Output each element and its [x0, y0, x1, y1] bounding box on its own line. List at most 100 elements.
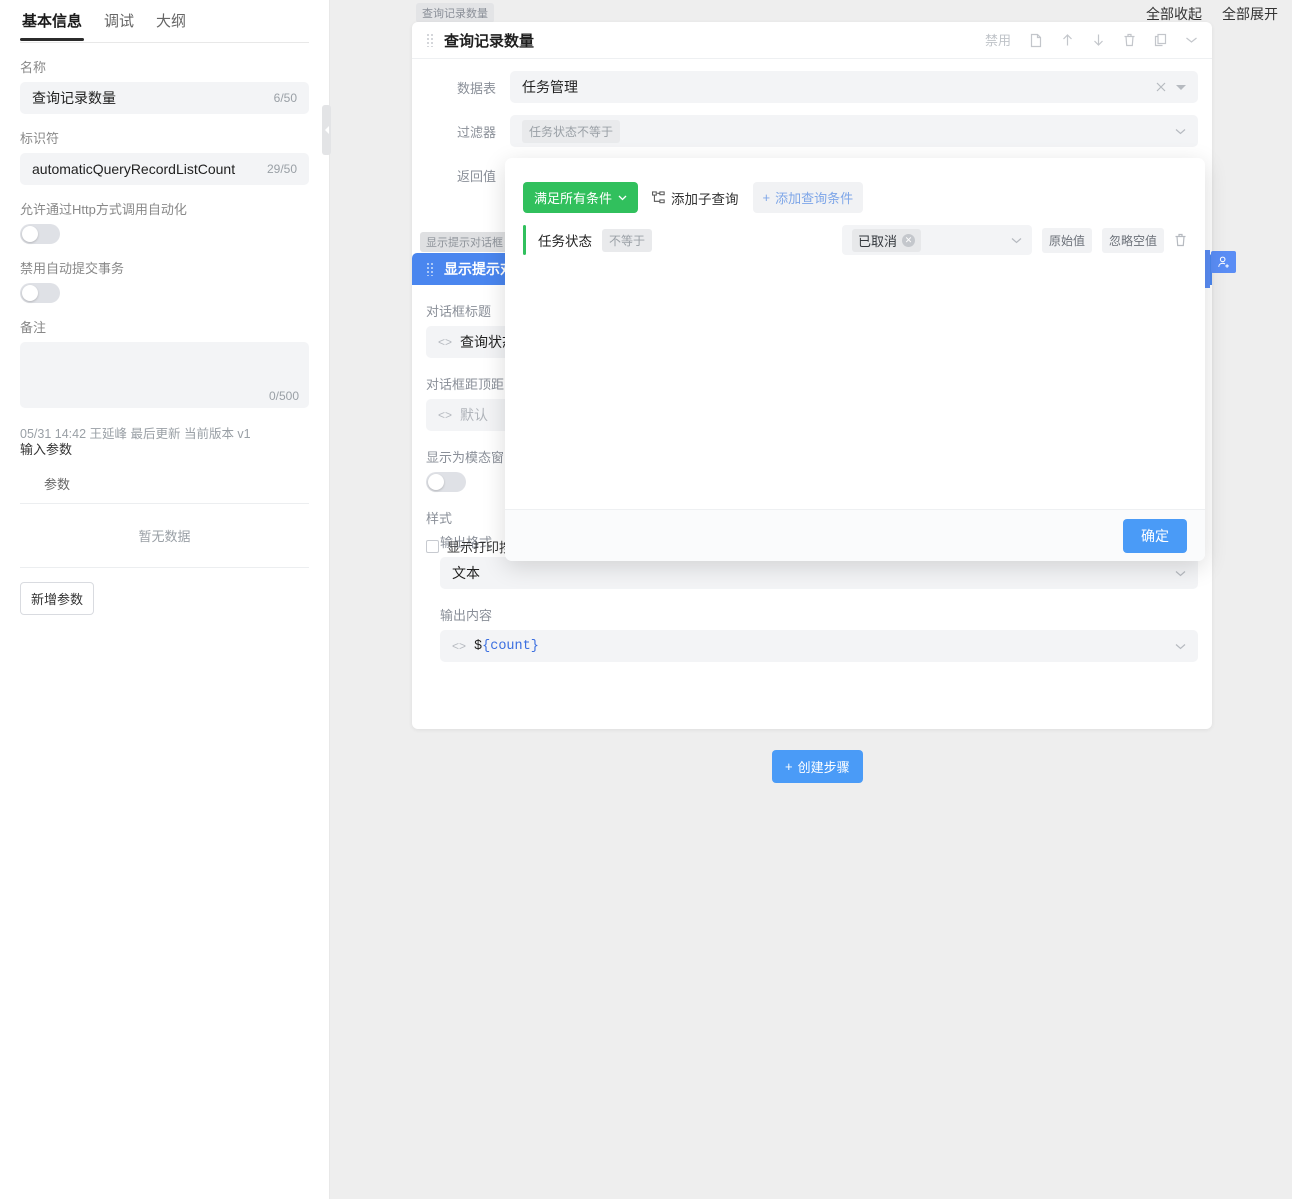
clear-icon[interactable] — [1156, 82, 1166, 92]
drag-handle-icon[interactable] — [426, 33, 434, 47]
output-content-input[interactable]: <> ${count} — [440, 630, 1198, 662]
tab-outline-label: 大纲 — [156, 13, 186, 30]
top-actions: 全部收起 全部展开 — [1146, 4, 1278, 24]
match-mode-label: 满足所有条件 — [534, 188, 612, 207]
name-input[interactable]: 查询记录数量 6/50 — [20, 82, 309, 114]
tab-basic-info-label: 基本信息 — [22, 13, 82, 30]
sidebar-tabs: 基本信息 调试 大纲 — [0, 0, 329, 42]
trash-icon[interactable] — [1174, 233, 1187, 247]
code-brackets-icon: <> — [452, 639, 466, 653]
close-icon[interactable]: ✕ — [902, 234, 915, 247]
match-mode-button[interactable]: 满足所有条件 — [523, 182, 638, 213]
output-content-expr: {count} — [482, 639, 539, 654]
chevron-down-icon — [618, 195, 627, 201]
print-checkbox-label: 显示打印按 — [447, 537, 512, 556]
condition-value-text: 已取消 — [858, 231, 897, 250]
code-brackets-icon: <> — [438, 335, 452, 349]
file-icon[interactable] — [1029, 33, 1043, 48]
condition-value-tag: 已取消 ✕ — [852, 229, 921, 252]
param-table: 参数 暂无数据 — [20, 468, 309, 568]
autocommit-toggle[interactable] — [20, 283, 60, 303]
dialog-step-title: 显示提示对 — [444, 259, 514, 279]
tab-debug[interactable]: 调试 — [102, 0, 136, 40]
modal-toggle-knob — [428, 474, 444, 490]
drag-handle-icon[interactable] — [426, 262, 434, 276]
last-update-meta: 05/31 14:42 王延峰 最后更新 当前版本 v1 — [0, 426, 329, 442]
filter-tag: 任务状态不等于 — [522, 120, 620, 143]
tabs-divider — [20, 42, 309, 43]
add-condition-label: 添加查询条件 — [775, 188, 853, 207]
output-content-dollar: $ — [474, 639, 482, 654]
arrow-up-icon[interactable] — [1061, 33, 1074, 47]
datatable-select[interactable]: 任务管理 — [510, 71, 1198, 103]
filter-popup-footer: 确定 — [505, 509, 1205, 561]
identifier-counter: 29/50 — [267, 162, 297, 176]
filter-select[interactable]: 任务状态不等于 — [510, 115, 1198, 147]
code-brackets-icon: <> — [438, 408, 452, 422]
tab-outline[interactable]: 大纲 — [154, 0, 188, 40]
identifier-input-value: automaticQueryRecordListCount — [32, 161, 235, 177]
add-user-icon — [1217, 255, 1231, 269]
output-format-select[interactable]: 文本 — [440, 557, 1198, 589]
identifier-label: 标识符 — [20, 128, 309, 147]
copy-icon[interactable] — [1154, 33, 1167, 47]
output-format-value: 文本 — [452, 563, 480, 583]
http-toggle-knob — [22, 226, 38, 242]
identifier-field-group: 标识符 automaticQueryRecordListCount 29/50 — [0, 128, 329, 185]
param-column-header: 参数 — [20, 468, 309, 504]
autocommit-toggle-group: 禁用自动提交事务 — [0, 258, 329, 303]
branch-icon — [652, 191, 665, 204]
add-subquery-button[interactable]: 添加子查询 — [652, 188, 739, 208]
left-sidebar: 基本信息 调试 大纲 名称 查询记录数量 6/50 标识符 automaticQ… — [0, 0, 330, 1199]
chevron-down-icon[interactable] — [1175, 570, 1186, 577]
chevron-down-icon[interactable] — [1185, 36, 1198, 44]
remark-label: 备注 — [20, 317, 309, 336]
remark-textarea[interactable]: 0/500 — [20, 342, 309, 408]
identifier-input[interactable]: automaticQueryRecordListCount 29/50 — [20, 153, 309, 185]
chevron-down-icon[interactable] — [1175, 128, 1186, 135]
chevron-down-icon[interactable] — [1175, 643, 1186, 650]
condition-group-bar — [523, 225, 526, 255]
condition-operator[interactable]: 不等于 — [602, 229, 652, 252]
condition-value-select[interactable]: 已取消 ✕ — [842, 225, 1032, 255]
datatable-row: 数据表 任务管理 — [412, 71, 1212, 103]
create-step-button[interactable]: + 创建步骤 — [772, 750, 863, 783]
condition-field-name[interactable]: 任务状态 — [538, 230, 592, 250]
chevron-down-icon[interactable] — [1011, 237, 1022, 244]
remark-field-group: 备注 0/500 — [0, 317, 329, 408]
raw-value-button[interactable]: 原始值 — [1042, 228, 1092, 253]
confirm-button[interactable]: 确定 — [1123, 519, 1187, 553]
http-toggle[interactable] — [20, 224, 60, 244]
filter-popup-body: 满足所有条件 添加子查询 + 添加查询条件 任务状态 不等于 — [505, 158, 1205, 509]
input-params-title: 输入参数 — [0, 442, 329, 458]
add-condition-button[interactable]: + 添加查询条件 — [753, 182, 864, 213]
output-content-value: ${count} — [474, 639, 539, 654]
trash-icon[interactable] — [1123, 33, 1136, 47]
modal-toggle[interactable] — [426, 472, 466, 492]
filter-condition-popup: 满足所有条件 添加子查询 + 添加查询条件 任务状态 不等于 — [505, 158, 1205, 561]
disable-button[interactable]: 禁用 — [985, 34, 1011, 47]
http-toggle-label: 允许通过Http方式调用自动化 — [20, 199, 309, 218]
remark-counter: 0/500 — [269, 389, 299, 403]
ignore-empty-button[interactable]: 忽略空值 — [1102, 228, 1164, 253]
print-checkbox[interactable] — [426, 540, 439, 553]
name-input-value: 查询记录数量 — [32, 88, 116, 108]
sidebar-collapse-handle[interactable] — [322, 105, 331, 155]
node-breadcrumb-tag: 查询记录数量 — [416, 3, 494, 23]
name-label: 名称 — [20, 57, 309, 76]
datatable-label: 数据表 — [426, 78, 496, 97]
datatable-value: 任务管理 — [522, 77, 578, 97]
output-content-label: 输出内容 — [412, 605, 1212, 624]
add-user-button[interactable] — [1211, 251, 1236, 273]
output-content-field: <> ${count} — [412, 630, 1212, 662]
collapse-all-button[interactable]: 全部收起 — [1146, 4, 1202, 24]
expand-all-button[interactable]: 全部展开 — [1222, 4, 1278, 24]
arrow-down-icon[interactable] — [1092, 33, 1105, 47]
chevron-left-icon — [325, 126, 329, 134]
add-param-button[interactable]: 新增参数 — [20, 582, 94, 615]
plus-icon: + — [785, 759, 793, 774]
tab-basic-info[interactable]: 基本信息 — [20, 0, 84, 40]
chevron-down-icon[interactable] — [1176, 84, 1186, 91]
create-step-label: 创建步骤 — [798, 757, 850, 776]
dialog-top-value: 默认 — [460, 405, 488, 425]
